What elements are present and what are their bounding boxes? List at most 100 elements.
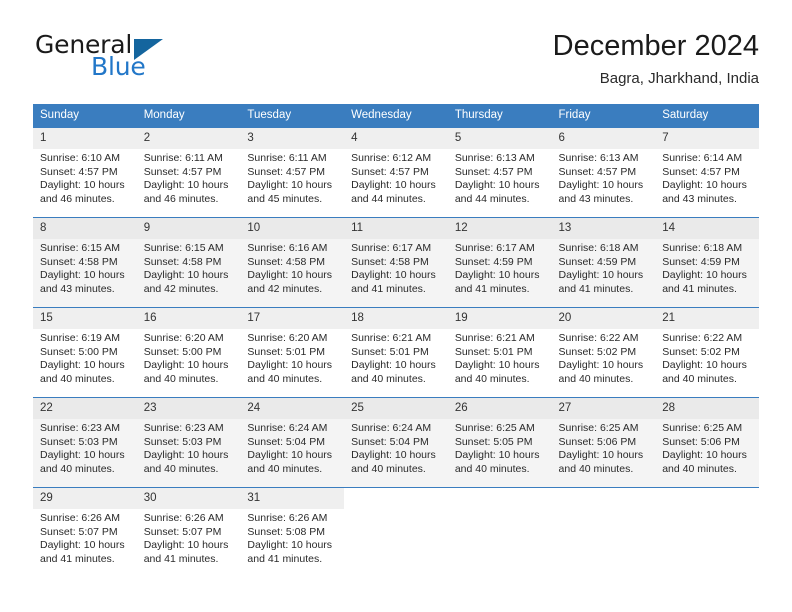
calendar-day-cell[interactable]: 15 Sunrise: 6:19 AM Sunset: 5:00 PM Dayligh…	[33, 307, 137, 398]
daylight-text-line2: and 41 minutes.	[662, 282, 737, 295]
calendar-day-cell[interactable]: 14 Sunrise: 6:18 AM Sunset: 4:59 PM Dayligh…	[655, 217, 759, 308]
sunrise-text: Sunrise: 6:26 AM	[40, 512, 120, 524]
daylight-text-line1: Daylight: 10 hours	[247, 539, 333, 552]
sunrise-text: Sunrise: 6:22 AM	[662, 332, 743, 344]
daylight-text-line1: Daylight: 10 hours	[454, 449, 540, 462]
day-sun-info: Sunrise: 6:13 AM Sunset: 4:57 PM Daylight:…	[448, 149, 552, 206]
calendar-day-cell[interactable]: 18 Sunrise: 6:21 AM Sunset: 5:01 PM Dayligh…	[344, 307, 448, 398]
calendar-body: 1 Sunrise: 6:10 AM Sunset: 4:57 PM Daylight…	[33, 127, 759, 577]
day-sun-info: Sunrise: 6:23 AM Sunset: 5:03 PM Daylight:…	[137, 419, 241, 476]
day-sun-info: Sunrise: 6:24 AM Sunset: 5:04 PM Daylight:…	[344, 419, 448, 476]
day-number: 1	[33, 128, 137, 149]
daylight-text-line2: and 41 minutes.	[143, 552, 219, 565]
calendar-day-cell-empty	[344, 487, 448, 577]
sunrise-text: Sunrise: 6:25 AM	[558, 422, 639, 434]
daylight-text-line2: and 42 minutes.	[143, 282, 219, 295]
daylight-text-line1: Daylight: 10 hours	[247, 359, 333, 372]
daylight-text-line2: and 40 minutes.	[40, 462, 115, 475]
sunset-text: Sunset: 5:04 PM	[351, 435, 429, 448]
sunrise-text: Sunrise: 6:17 AM	[454, 242, 535, 254]
calendar-day-cell-empty	[447, 487, 552, 577]
calendar-day-cell[interactable]: 9 Sunrise: 6:15 AM Sunset: 4:58 PM Daylight…	[136, 217, 241, 308]
day-number: 6	[551, 128, 656, 149]
calendar-day-cell[interactable]: 5 Sunrise: 6:13 AM Sunset: 4:57 PM Daylight…	[447, 127, 552, 218]
day-sun-info: Sunrise: 6:15 AM Sunset: 4:58 PM Daylight:…	[137, 239, 241, 296]
sunrise-text: Sunrise: 6:21 AM	[351, 332, 432, 344]
day-sun-info: Sunrise: 6:18 AM Sunset: 4:59 PM Daylight:…	[655, 239, 759, 296]
calendar-day-cell[interactable]: 21 Sunrise: 6:22 AM Sunset: 5:02 PM Dayligh…	[655, 307, 759, 398]
sunrise-text: Sunrise: 6:15 AM	[40, 242, 120, 254]
day-number	[655, 488, 759, 509]
calendar-day-cell[interactable]: 24 Sunrise: 6:24 AM Sunset: 5:04 PM Dayligh…	[240, 397, 345, 488]
weekday-header-friday: Friday	[551, 104, 656, 128]
daylight-text-line2: and 41 minutes.	[454, 282, 530, 295]
daylight-text-line1: Daylight: 10 hours	[40, 179, 125, 192]
daylight-text-line2: and 40 minutes.	[40, 372, 115, 385]
calendar-day-cell[interactable]: 30 Sunrise: 6:26 AM Sunset: 5:07 PM Dayligh…	[136, 487, 241, 577]
calendar-day-cell[interactable]: 8 Sunrise: 6:15 AM Sunset: 4:58 PM Daylight…	[33, 217, 137, 308]
calendar-day-cell[interactable]: 19 Sunrise: 6:21 AM Sunset: 5:01 PM Dayligh…	[447, 307, 552, 398]
daylight-text-line2: and 41 minutes.	[247, 552, 323, 565]
day-number: 11	[344, 218, 448, 239]
sunset-text: Sunset: 5:03 PM	[143, 435, 222, 448]
calendar-day-cell[interactable]: 16 Sunrise: 6:20 AM Sunset: 5:00 PM Dayligh…	[136, 307, 241, 398]
calendar-day-cell[interactable]: 12 Sunrise: 6:17 AM Sunset: 4:59 PM Dayligh…	[447, 217, 552, 308]
calendar-week-row: 29 Sunrise: 6:26 AM Sunset: 5:07 PM Dayligh…	[33, 487, 759, 577]
calendar-day-cell[interactable]: 29 Sunrise: 6:26 AM Sunset: 5:07 PM Dayligh…	[33, 487, 137, 577]
daylight-text-line2: and 40 minutes.	[558, 462, 634, 475]
calendar-day-cell[interactable]: 7 Sunrise: 6:14 AM Sunset: 4:57 PM Daylight…	[655, 127, 759, 218]
sunset-text: Sunset: 5:00 PM	[143, 345, 222, 358]
sunrise-text: Sunrise: 6:16 AM	[247, 242, 328, 254]
daylight-text-line2: and 40 minutes.	[558, 372, 634, 385]
calendar-day-cell[interactable]: 11 Sunrise: 6:17 AM Sunset: 4:58 PM Dayligh…	[344, 217, 448, 308]
calendar-day-cell[interactable]: 17 Sunrise: 6:20 AM Sunset: 5:01 PM Dayligh…	[240, 307, 345, 398]
calendar-day-cell[interactable]: 23 Sunrise: 6:23 AM Sunset: 5:03 PM Dayligh…	[136, 397, 241, 488]
day-sun-info: Sunrise: 6:26 AM Sunset: 5:08 PM Daylight:…	[240, 509, 344, 566]
calendar-day-cell[interactable]: 10 Sunrise: 6:16 AM Sunset: 4:58 PM Dayligh…	[240, 217, 345, 308]
weekday-header-tuesday: Tuesday	[240, 104, 345, 128]
calendar-day-cell[interactable]: 3 Sunrise: 6:11 AM Sunset: 4:57 PM Daylight…	[240, 127, 345, 218]
sunrise-text: Sunrise: 6:26 AM	[247, 512, 328, 524]
daylight-text-line1: Daylight: 10 hours	[558, 359, 644, 372]
day-number: 28	[655, 398, 759, 419]
calendar-day-cell[interactable]: 1 Sunrise: 6:10 AM Sunset: 4:57 PM Daylight…	[33, 127, 137, 218]
day-number: 18	[344, 308, 448, 329]
sunset-text: Sunset: 5:04 PM	[247, 435, 326, 448]
day-sun-info: Sunrise: 6:25 AM Sunset: 5:06 PM Daylight:…	[655, 419, 759, 476]
day-number: 23	[136, 398, 241, 419]
daylight-text-line2: and 43 minutes.	[40, 282, 115, 295]
calendar-day-cell[interactable]: 4 Sunrise: 6:12 AM Sunset: 4:57 PM Daylight…	[344, 127, 448, 218]
sunset-text: Sunset: 4:57 PM	[454, 165, 533, 178]
daylight-text-line2: and 40 minutes.	[247, 372, 323, 385]
location-subtitle: Bagra, Jharkhand, India	[599, 70, 759, 87]
general-blue-logo[interactable]: General Blue	[33, 28, 243, 90]
calendar-day-cell-empty	[655, 487, 759, 577]
day-number: 17	[240, 308, 345, 329]
sunrise-text: Sunrise: 6:24 AM	[351, 422, 432, 434]
daylight-text-line2: and 42 minutes.	[247, 282, 323, 295]
calendar-day-cell[interactable]: 22 Sunrise: 6:23 AM Sunset: 5:03 PM Dayligh…	[33, 397, 137, 488]
calendar-day-cell[interactable]: 20 Sunrise: 6:22 AM Sunset: 5:02 PM Dayligh…	[551, 307, 656, 398]
day-number	[344, 488, 448, 509]
sunrise-text: Sunrise: 6:18 AM	[662, 242, 743, 254]
sunset-text: Sunset: 5:08 PM	[247, 525, 326, 538]
sunrise-text: Sunrise: 6:14 AM	[662, 152, 743, 164]
calendar-day-cell[interactable]: 28 Sunrise: 6:25 AM Sunset: 5:06 PM Dayligh…	[655, 397, 759, 488]
sunrise-text: Sunrise: 6:25 AM	[662, 422, 743, 434]
day-number: 7	[655, 128, 759, 149]
day-number: 21	[655, 308, 759, 329]
day-sun-info: Sunrise: 6:17 AM Sunset: 4:59 PM Daylight:…	[448, 239, 552, 296]
calendar-day-cell[interactable]: 26 Sunrise: 6:25 AM Sunset: 5:05 PM Dayligh…	[447, 397, 552, 488]
daylight-text-line2: and 40 minutes.	[454, 462, 530, 475]
calendar-day-cell[interactable]: 6 Sunrise: 6:13 AM Sunset: 4:57 PM Daylight…	[551, 127, 656, 218]
daylight-text-line1: Daylight: 10 hours	[143, 449, 229, 462]
daylight-text-line2: and 40 minutes.	[351, 372, 426, 385]
sunset-text: Sunset: 4:58 PM	[143, 255, 222, 268]
calendar-day-cell[interactable]: 27 Sunrise: 6:25 AM Sunset: 5:06 PM Dayligh…	[551, 397, 656, 488]
calendar-day-cell[interactable]: 25 Sunrise: 6:24 AM Sunset: 5:04 PM Dayligh…	[344, 397, 448, 488]
calendar-day-cell[interactable]: 13 Sunrise: 6:18 AM Sunset: 4:59 PM Dayligh…	[551, 217, 656, 308]
calendar-day-cell[interactable]: 31 Sunrise: 6:26 AM Sunset: 5:08 PM Dayligh…	[240, 487, 345, 577]
calendar-day-cell[interactable]: 2 Sunrise: 6:11 AM Sunset: 4:57 PM Daylight…	[136, 127, 241, 218]
daylight-text-line1: Daylight: 10 hours	[351, 359, 436, 372]
sunset-text: Sunset: 4:57 PM	[558, 165, 637, 178]
